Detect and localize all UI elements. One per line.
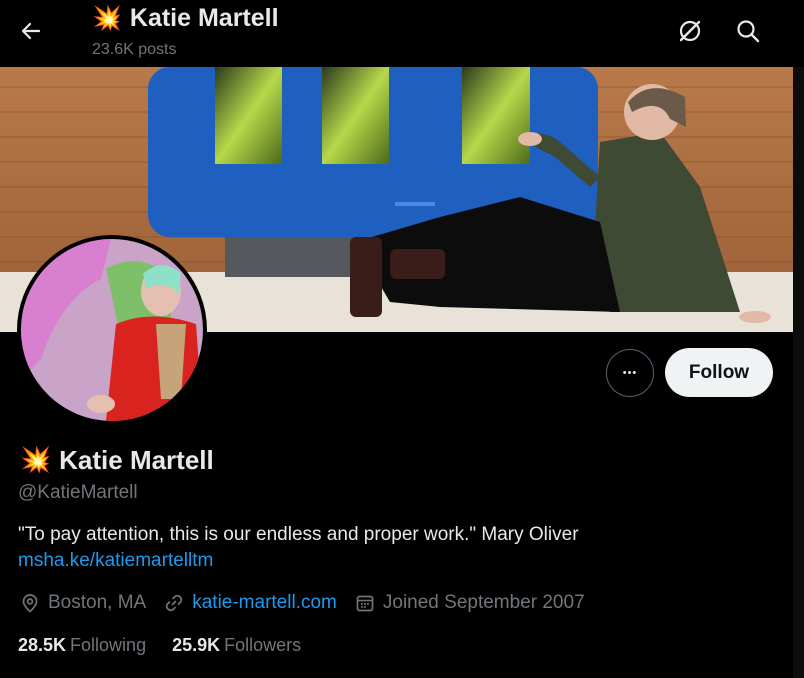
back-button[interactable] [14, 14, 48, 48]
joined-item: Joined September 2007 [355, 592, 585, 614]
location-text: Boston, MA [48, 592, 147, 613]
following-count: 28.5K [18, 635, 67, 655]
more-dots-icon: ••• [622, 367, 638, 379]
follow-button[interactable]: Follow [665, 348, 773, 397]
profile-meta: Boston, MA katie-martell.com Joined Sept… [20, 592, 603, 614]
header-title: 💥 Katie Martell [92, 4, 279, 33]
grok-icon [679, 20, 701, 42]
calendar-icon [356, 595, 374, 612]
website-item: katie-martell.com [164, 592, 337, 614]
avatar-image [21, 239, 203, 421]
display-name: Katie Martell [59, 445, 214, 475]
joined-text: Joined September 2007 [382, 592, 585, 613]
grok-button[interactable] [675, 16, 705, 46]
follow-stats: 28.5K Following 25.9K Followers [18, 635, 327, 656]
header-post-count: 23.6K posts [92, 41, 177, 58]
avatar[interactable] [17, 235, 207, 425]
scrollbar[interactable] [793, 67, 804, 678]
back-arrow-icon [21, 22, 41, 40]
link-icon [165, 594, 183, 612]
website-link[interactable]: katie-martell.com [192, 592, 337, 614]
following-label: Following [70, 635, 147, 655]
location-item: Boston, MA [20, 592, 146, 614]
location-pin-icon [22, 594, 38, 613]
bio-link[interactable]: msha.ke/katiemartelltm [18, 550, 213, 572]
followers-count: 25.9K [172, 635, 221, 655]
header-name: Katie Martell [129, 4, 279, 32]
following-link[interactable]: 28.5K Following [18, 635, 146, 656]
bio-text: "To pay attention, this is our endless a… [18, 524, 579, 545]
search-button[interactable] [733, 16, 763, 46]
followers-link[interactable]: 25.9K Followers [172, 635, 301, 656]
explosion-emoji-icon: 💥 [20, 446, 52, 474]
more-options-button[interactable]: ••• [606, 349, 654, 397]
followers-label: Followers [224, 635, 302, 655]
explosion-emoji-icon: 💥 [92, 5, 122, 32]
profile-name: 💥 Katie Martell [20, 445, 214, 476]
top-bar: 💥 Katie Martell 23.6K posts [0, 0, 804, 67]
search-icon [737, 20, 760, 43]
user-handle: @KatieMartell [18, 482, 138, 503]
